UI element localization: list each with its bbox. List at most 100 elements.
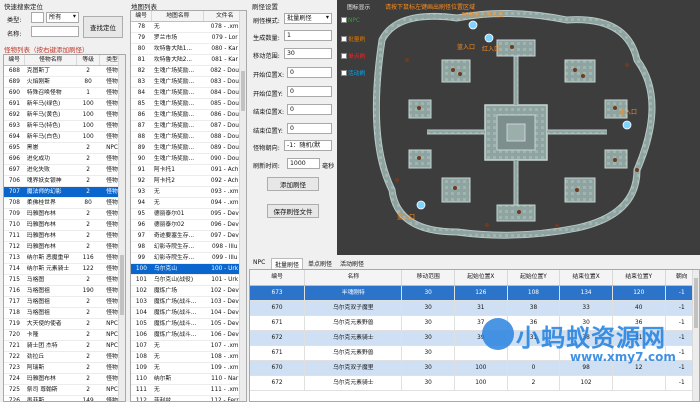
table-row[interactable]: 101 乌尔克山(战役) 101 - Urk bbox=[131, 274, 246, 287]
type-select[interactable]: 所有 ▾ bbox=[46, 12, 79, 23]
table-row[interactable]: 691 新年马(绿色) 100 怪物 bbox=[4, 98, 125, 111]
column-header[interactable]: 结束位置X bbox=[559, 270, 613, 286]
table-row[interactable]: 110 纳尔斯 110 - Nar bbox=[131, 373, 246, 386]
legend-event[interactable]: 活动刷 bbox=[341, 68, 365, 77]
table-row[interactable]: 93 无 093 - .xm bbox=[131, 186, 246, 199]
table-row[interactable]: 99 幻影寺院生存... 099 - Illu bbox=[131, 252, 246, 265]
table-row[interactable]: 710 玛雅图布林 2 怪物 bbox=[4, 219, 125, 232]
table-row[interactable]: 706 魂界妖女银神 2 怪物 bbox=[4, 175, 125, 188]
tab-single-spawn[interactable]: 单点刷怪 bbox=[305, 258, 335, 269]
spawn-grid-scrollbar[interactable] bbox=[692, 270, 699, 401]
table-row[interactable]: 672 乌尔克元素骑士 30 100 2 102 -1 bbox=[250, 375, 699, 391]
table-row[interactable]: 106 魔炼广场(战斗... 106 - Dev bbox=[131, 329, 246, 342]
range-input[interactable]: 30 bbox=[284, 48, 332, 59]
mode-select[interactable]: 批量刷怪 ▾ bbox=[284, 13, 332, 24]
endx-input[interactable]: 0 bbox=[287, 104, 332, 115]
tab-event-spawn[interactable]: 活动刷怪 bbox=[337, 258, 367, 269]
table-row[interactable]: 89 生魂广场奖励... 089 - Dou bbox=[131, 142, 246, 155]
column-header[interactable]: 地图名称 bbox=[151, 11, 205, 23]
legend-single[interactable]: 单点刷 bbox=[341, 51, 365, 60]
table-row[interactable]: 696 进化成功 2 怪物 bbox=[4, 153, 125, 166]
type-color-box[interactable] bbox=[31, 12, 44, 23]
direction-select[interactable]: -1：随机(默 bbox=[284, 140, 332, 151]
table-row[interactable]: 96 德丽泰尔02 096 - Dev bbox=[131, 219, 246, 232]
table-row[interactable]: 695 黑崽 2 NPC bbox=[4, 142, 125, 155]
column-header[interactable]: 名称 bbox=[304, 270, 403, 286]
column-header[interactable]: 移动范围 bbox=[401, 270, 455, 286]
add-spawn-button[interactable]: 添加刷怪 bbox=[267, 177, 319, 191]
table-row[interactable]: 103 魔炼广场(战斗... 103 - Dev bbox=[131, 296, 246, 309]
table-row[interactable]: 84 生魂广场奖励... 084 - Dou bbox=[131, 87, 246, 100]
table-row[interactable]: 85 生魂广场奖励... 085 - Dou bbox=[131, 98, 246, 111]
table-row[interactable]: 709 玛雅图布林 2 怪物 bbox=[4, 208, 125, 221]
table-row[interactable]: 80 坎特鲁大陆1... 080 - Kar bbox=[131, 43, 246, 56]
map-list-scrollbar[interactable] bbox=[239, 11, 246, 401]
map-view[interactable]: 图标显示 NPC 批量刷 单点刷 活动刷 请按下鼠标左键画出刷怪位置区域 阿卡伦… bbox=[337, 0, 700, 255]
count-input[interactable]: 1 bbox=[284, 30, 332, 41]
table-row[interactable]: 690 特殊召唤怪物 1 怪物 bbox=[4, 87, 125, 100]
table-row[interactable]: 82 生魂广场奖励... 082 - Dou bbox=[131, 65, 246, 78]
table-row[interactable]: 694 新年马(白色) 100 怪物 bbox=[4, 131, 125, 144]
table-row[interactable]: 105 魔炼广场(战斗... 105 - Dev bbox=[131, 318, 246, 331]
tab-batch-spawn[interactable]: 批量刷怪 bbox=[271, 258, 304, 269]
save-spawn-file-button[interactable]: 保存刷怪文件 bbox=[267, 204, 319, 218]
table-row[interactable]: 692 新年马(黄色) 100 怪物 bbox=[4, 109, 125, 122]
table-row[interactable]: 100 乌尔克山 100 - Urk bbox=[131, 263, 246, 276]
table-row[interactable]: 98 幻影寺院生存... 098 - Illu bbox=[131, 241, 246, 254]
table-row[interactable]: 719 大天使的使者 2 NPC bbox=[4, 318, 125, 331]
table-row[interactable]: 86 生魂广场奖励... 086 - Dou bbox=[131, 109, 246, 122]
tab-npc[interactable]: NPC bbox=[250, 258, 268, 269]
legend-batch[interactable]: 批量刷 bbox=[341, 34, 365, 43]
table-row[interactable]: 107 无 107 - .xm bbox=[131, 340, 246, 353]
table-row[interactable]: 713 纳尔斯 恶魔重甲 116 怪物 bbox=[4, 252, 125, 265]
map-list[interactable]: 编号 地图名称 文件名 78 无 078 - .xm 79 罗兰市场 079 - Lor 80 坎… bbox=[130, 10, 247, 402]
column-header[interactable]: 等级 bbox=[76, 55, 101, 67]
table-row[interactable]: 108 无 108 - .xm bbox=[131, 351, 246, 364]
table-row[interactable]: 94 无 094 - .xm bbox=[131, 197, 246, 210]
column-header[interactable]: 起始位置Y bbox=[507, 270, 561, 286]
table-row[interactable]: 673 半魂刚特 30 126 108 134 120 -1 bbox=[250, 285, 699, 301]
column-header[interactable]: 怪物名称 bbox=[24, 55, 78, 67]
column-header[interactable]: 结束位置Y bbox=[612, 270, 666, 286]
table-row[interactable]: 725 祭司 尊翰斯 2 NPC bbox=[4, 384, 125, 397]
table-row[interactable]: 95 德丽泰尔01 095 - Dev bbox=[131, 208, 246, 221]
table-row[interactable]: 715 马格图 2 怪物 bbox=[4, 274, 125, 287]
table-row[interactable]: 112 菲利兹 112 - Ferr bbox=[131, 395, 246, 401]
table-row[interactable]: 726 墨菲斯 149 怪物 bbox=[4, 395, 125, 401]
refresh-input[interactable]: 1000 bbox=[287, 158, 320, 169]
table-row[interactable]: 87 生魂广场奖励... 087 - Dou bbox=[131, 120, 246, 133]
table-row[interactable]: 717 马格图祖 2 怪物 bbox=[4, 296, 125, 309]
table-row[interactable]: 712 玛雅图布林 2 怪物 bbox=[4, 241, 125, 254]
table-row[interactable]: 88 生魂广场奖励... 088 - Dou bbox=[131, 131, 246, 144]
table-row[interactable]: 670 乌尔克双子魔里 30 31 38 33 40 -1 bbox=[250, 300, 699, 316]
column-header[interactable]: 编号 bbox=[250, 270, 306, 286]
table-row[interactable]: 688 克图斯丁 2 怪物 bbox=[4, 65, 125, 78]
table-row[interactable]: 722 劲拉丘 2 怪物 bbox=[4, 351, 125, 364]
table-row[interactable]: 724 玛雅图布林 2 怪物 bbox=[4, 373, 125, 386]
startx-input[interactable]: 0 bbox=[287, 67, 332, 78]
table-row[interactable]: 90 生魂广场奖励... 090 - Dou bbox=[131, 153, 246, 166]
table-row[interactable]: 723 阿瑞斯 2 怪物 bbox=[4, 362, 125, 375]
table-row[interactable]: 92 阿卡托2 092 - Ach bbox=[131, 175, 246, 188]
column-header[interactable]: 编号 bbox=[131, 11, 153, 23]
table-row[interactable]: 720 卡隆 2 NPC bbox=[4, 329, 125, 342]
table-row[interactable]: 711 玛雅图布林 2 怪物 bbox=[4, 230, 125, 243]
table-row[interactable]: 714 纳尔斯 元素骑士 122 怪物 bbox=[4, 263, 125, 276]
column-header[interactable]: 起始位置X bbox=[454, 270, 508, 286]
starty-input[interactable]: 0 bbox=[287, 86, 332, 97]
legend-npc[interactable]: NPC bbox=[341, 17, 360, 24]
table-row[interactable]: 721 骑士团 杰特 2 NPC bbox=[4, 340, 125, 353]
table-row[interactable]: 707 魔法师的幻影 2 怪物 bbox=[4, 186, 125, 199]
table-row[interactable]: 81 坎特鲁大陆2... 081 - Kar bbox=[131, 54, 246, 67]
table-row[interactable]: 91 阿卡托1 091 - Ach bbox=[131, 164, 246, 177]
table-row[interactable]: 111 无 111 - .xm bbox=[131, 384, 246, 397]
monster-list[interactable]: 编号 怪物名称 等级 类型 688 克图斯丁 2 怪物 689 火焰刚斯 80 怪物 690 特殊召唤怪… bbox=[3, 54, 126, 402]
table-row[interactable]: 689 火焰刚斯 80 怪物 bbox=[4, 76, 125, 89]
table-row[interactable]: 718 马格图祖 2 怪物 bbox=[4, 307, 125, 320]
table-row[interactable]: 83 生魂广场奖励... 083 - Dou bbox=[131, 76, 246, 89]
table-row[interactable]: 109 无 109 - .xm bbox=[131, 362, 246, 375]
table-row[interactable]: 697 进化失败 2 怪物 bbox=[4, 164, 125, 177]
table-row[interactable]: 708 柔佛桂世界 80 怪物 bbox=[4, 197, 125, 210]
table-row[interactable]: 693 新年马(特色) 100 怪物 bbox=[4, 120, 125, 133]
table-row[interactable]: 97 奇迹要塞生存... 097 - Dev bbox=[131, 230, 246, 243]
